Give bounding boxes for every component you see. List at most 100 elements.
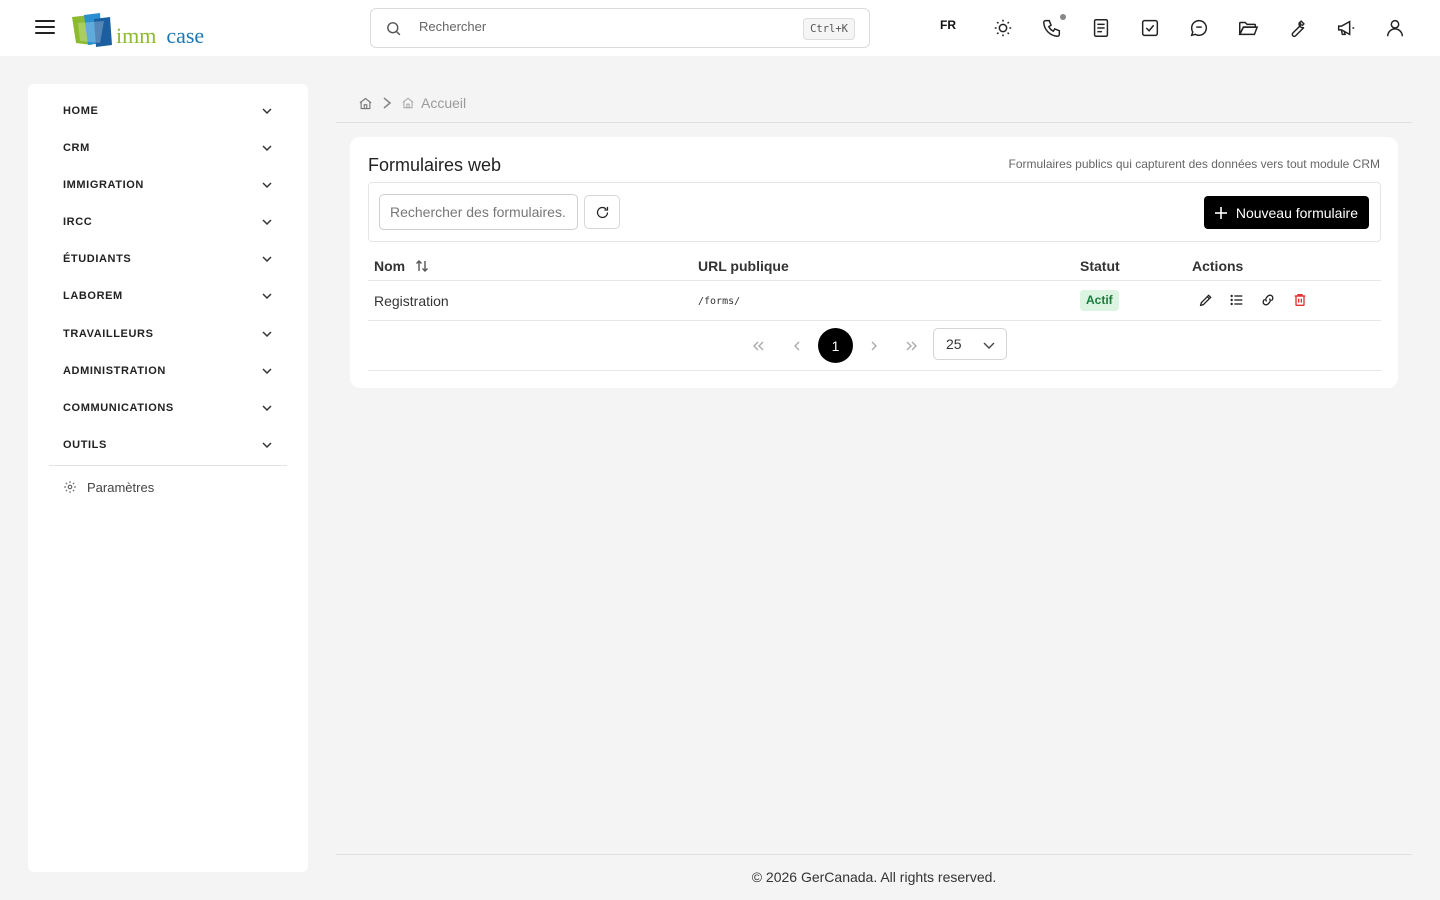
megaphone-icon[interactable] bbox=[1335, 17, 1357, 39]
delete-icon[interactable] bbox=[1292, 292, 1308, 308]
column-header-name[interactable]: Nom bbox=[374, 258, 429, 274]
breadcrumb-current: Accueil bbox=[421, 95, 467, 111]
column-header-status: Statut bbox=[1080, 258, 1120, 274]
sidebar-item-label: CRM bbox=[63, 142, 90, 154]
table-row[interactable]: Registration /forms/ Actif bbox=[368, 281, 1381, 321]
chevron-right-icon bbox=[383, 97, 392, 109]
chevrons-left-icon bbox=[753, 341, 764, 351]
refresh-button[interactable] bbox=[584, 195, 620, 229]
chevron-down-icon bbox=[262, 108, 272, 115]
wrench-icon[interactable] bbox=[1286, 17, 1308, 39]
sidebar-item-communications[interactable]: COMMUNICATIONS bbox=[49, 393, 287, 423]
sidebar-item-travailleurs[interactable]: TRAVAILLEURS bbox=[49, 319, 287, 349]
chevron-down-icon bbox=[262, 368, 272, 375]
sidebar: HOME CRM IMMIGRATION IRCC ÉTUDIANTS LABO… bbox=[28, 84, 308, 872]
new-form-label: Nouveau formulaire bbox=[1235, 204, 1358, 221]
next-page-button[interactable] bbox=[862, 334, 886, 358]
column-name-label: Nom bbox=[374, 258, 406, 274]
home-icon[interactable] bbox=[358, 96, 373, 111]
sidebar-item-label: LABOREM bbox=[63, 290, 123, 302]
sidebar-item-label: HOME bbox=[63, 105, 99, 117]
sidebar-item-ircc[interactable]: IRCC bbox=[49, 207, 287, 237]
chevron-down-icon bbox=[262, 442, 272, 449]
chevron-down-icon bbox=[262, 182, 272, 189]
sidebar-item-label: COMMUNICATIONS bbox=[63, 402, 174, 414]
status-badge: Actif bbox=[1080, 290, 1119, 311]
search-icon bbox=[387, 22, 401, 36]
first-page-button[interactable] bbox=[746, 334, 770, 358]
refresh-icon bbox=[596, 206, 608, 218]
page-size-value: 25 bbox=[946, 336, 962, 352]
footer-copyright: © 2026 GerCanada. All rights reserved. bbox=[751, 869, 997, 885]
link-icon[interactable] bbox=[1260, 292, 1276, 308]
logo-text-imm: imm bbox=[116, 23, 157, 48]
sidebar-item-immigration[interactable]: IMMIGRATION bbox=[49, 170, 287, 200]
sort-icon bbox=[416, 260, 429, 272]
column-header-url: URL publique bbox=[698, 258, 789, 274]
home-icon bbox=[402, 97, 414, 109]
chevron-down-icon bbox=[262, 256, 272, 263]
sidebar-item-label: ADMINISTRATION bbox=[63, 365, 166, 377]
page-subtitle: Formulaires publics qui capturent des do… bbox=[1008, 157, 1380, 171]
sidebar-item-administration[interactable]: ADMINISTRATION bbox=[49, 356, 287, 386]
sidebar-item-label: IMMIGRATION bbox=[63, 179, 144, 191]
chevron-down-icon bbox=[262, 293, 272, 300]
chevron-left-icon bbox=[794, 341, 800, 351]
sidebar-item-home[interactable]: HOME bbox=[49, 96, 287, 126]
menu-icon[interactable] bbox=[34, 17, 56, 39]
chevron-down-icon bbox=[262, 219, 272, 226]
table-header: Nom URL publique Statut Actions bbox=[368, 251, 1381, 281]
sidebar-item-crm[interactable]: CRM bbox=[49, 133, 287, 163]
page-size-select[interactable]: 25 bbox=[933, 328, 1007, 360]
previous-page-button[interactable] bbox=[785, 334, 809, 358]
sidebar-divider bbox=[49, 465, 287, 466]
user-icon[interactable] bbox=[1384, 17, 1406, 39]
plus-icon bbox=[1214, 206, 1227, 219]
list-icon[interactable] bbox=[1229, 292, 1245, 308]
sidebar-item-label: ÉTUDIANTS bbox=[63, 253, 132, 265]
sidebar-item-label: TRAVAILLEURS bbox=[63, 328, 154, 340]
table-toolbar: Nouveau formulaire bbox=[368, 182, 1381, 242]
sidebar-item-outils[interactable]: OUTILS bbox=[49, 430, 287, 460]
gear-icon bbox=[64, 481, 76, 493]
pagination: 1 25 bbox=[368, 326, 1381, 371]
page-title: Formulaires web bbox=[368, 155, 502, 175]
current-page-button[interactable]: 1 bbox=[818, 328, 853, 363]
chevron-down-icon bbox=[262, 145, 272, 152]
settings-label: Paramètres bbox=[87, 479, 155, 495]
language-switch[interactable]: FR bbox=[940, 18, 956, 32]
notification-dot bbox=[1060, 14, 1066, 20]
sidebar-item-settings[interactable]: Paramètres bbox=[49, 474, 287, 500]
sidebar-item-label: OUTILS bbox=[63, 439, 107, 451]
sidebar-item-laborem[interactable]: LABOREM bbox=[49, 281, 287, 311]
tasks-icon[interactable] bbox=[1139, 17, 1161, 39]
web-forms-card: Formulaires web Formulaires publics qui … bbox=[350, 137, 1398, 388]
search-input[interactable] bbox=[419, 19, 779, 34]
sidebar-item-label: IRCC bbox=[63, 216, 93, 228]
sun-icon[interactable] bbox=[992, 17, 1014, 39]
forms-search-input[interactable] bbox=[379, 194, 578, 230]
footer-divider bbox=[336, 854, 1412, 855]
global-search[interactable]: Ctrl+K bbox=[370, 8, 870, 48]
row-url: /forms/ bbox=[698, 296, 741, 307]
phone-icon[interactable] bbox=[1041, 17, 1063, 39]
logo-text-case: case bbox=[166, 23, 205, 48]
folder-icon[interactable] bbox=[1237, 17, 1259, 39]
chevrons-right-icon bbox=[906, 341, 917, 351]
column-header-actions: Actions bbox=[1192, 258, 1244, 274]
breadcrumb: Accueil bbox=[358, 94, 466, 112]
chevron-down-icon bbox=[262, 331, 272, 338]
chevron-down-icon bbox=[983, 342, 995, 349]
logo[interactable]: imm case bbox=[70, 11, 204, 47]
new-form-button[interactable]: Nouveau formulaire bbox=[1203, 196, 1369, 229]
breadcrumb-divider bbox=[336, 122, 1412, 123]
chevron-down-icon bbox=[262, 405, 272, 412]
last-page-button[interactable] bbox=[900, 334, 924, 358]
notes-icon[interactable] bbox=[1090, 17, 1112, 39]
search-shortcut: Ctrl+K bbox=[803, 18, 855, 40]
chat-icon[interactable] bbox=[1188, 17, 1210, 39]
logo-mark-icon bbox=[72, 13, 112, 47]
sidebar-item-etudiants[interactable]: ÉTUDIANTS bbox=[49, 244, 287, 274]
edit-icon[interactable] bbox=[1198, 292, 1214, 308]
row-name: Registration bbox=[374, 293, 449, 309]
